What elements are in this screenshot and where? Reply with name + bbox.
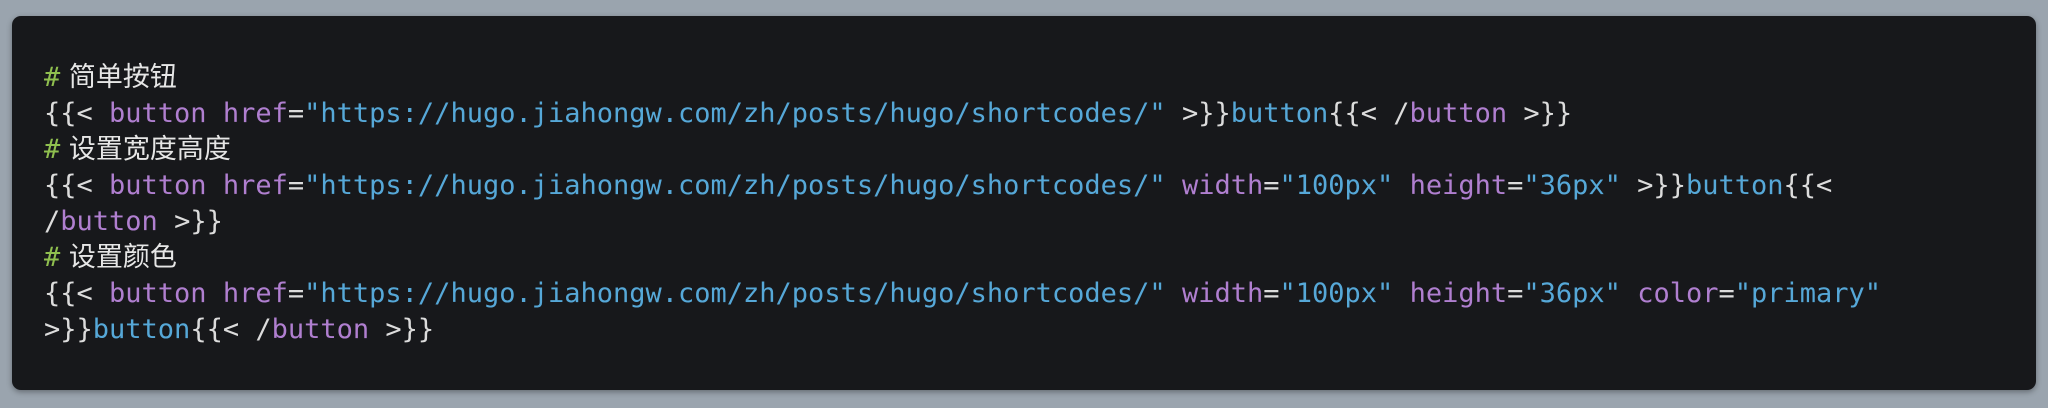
- width-value: "100px": [1279, 170, 1394, 201]
- attr-width: width: [1181, 170, 1264, 201]
- shortcode-name: button: [109, 98, 207, 129]
- closing-open-wrapped: {{<: [1783, 170, 1833, 201]
- code-block: # 简单按钮 {{< button href="https://hugo.jiah…: [12, 16, 2036, 390]
- attr-height: height: [1409, 170, 1508, 201]
- attr-href: href: [222, 278, 288, 309]
- code-line-4: {{< button href="https://hugo.jiahongw.c…: [44, 168, 2004, 204]
- comment-mark: #: [44, 134, 61, 165]
- equals: =: [1263, 170, 1280, 201]
- href-value: "https://hugo.jiahongw.com/zh/posts/hugo…: [304, 278, 1166, 309]
- comment-text: 设置颜色: [60, 242, 177, 273]
- inner-text: button: [1685, 170, 1784, 201]
- equals: =: [1507, 278, 1524, 309]
- code-line-8: >}}button{{< /button >}}: [44, 312, 2004, 348]
- shortcode-close: >}}: [369, 314, 435, 345]
- shortcode-open: {{<: [44, 170, 110, 201]
- comment-mark: #: [44, 242, 61, 273]
- href-value: "https://hugo.jiahongw.com/zh/posts/hugo…: [304, 98, 1166, 129]
- attr-width: width: [1181, 278, 1264, 309]
- code-line-6: # 设置颜色: [44, 240, 2004, 276]
- shortcode-name: button: [109, 278, 207, 309]
- code-line-3: # 设置宽度高度: [44, 132, 2004, 168]
- closing-name: button: [60, 206, 158, 237]
- closing-open: {{< /: [1328, 98, 1410, 129]
- shortcode-open: {{<: [44, 98, 110, 129]
- shortcode-close: >}}: [1620, 170, 1686, 201]
- equals: =: [1507, 170, 1524, 201]
- closing-name: button: [1409, 98, 1508, 129]
- attr-href: href: [222, 170, 288, 201]
- shortcode-close-wrapped: >}}: [44, 314, 93, 345]
- code-line-1: # 简单按钮: [44, 60, 2004, 96]
- shortcode-open: {{<: [44, 278, 110, 309]
- code-line-7: {{< button href="https://hugo.jiahongw.c…: [44, 276, 2004, 312]
- equals: =: [1263, 278, 1280, 309]
- inner-text: button: [92, 314, 191, 345]
- height-value: "36px": [1523, 170, 1621, 201]
- equals: =: [1718, 278, 1735, 309]
- comment-text: 设置宽度高度: [60, 134, 231, 165]
- comment-text: 简单按钮: [60, 62, 177, 93]
- code-line-5: /button >}}: [44, 204, 2004, 240]
- shortcode-close: >}}: [1507, 98, 1573, 129]
- shortcode-close: >}}: [157, 206, 223, 237]
- attr-height: height: [1409, 278, 1508, 309]
- shortcode-name: button: [109, 170, 207, 201]
- inner-text: button: [1230, 98, 1329, 129]
- href-value: "https://hugo.jiahongw.com/zh/posts/hugo…: [304, 170, 1166, 201]
- width-value: "100px": [1279, 278, 1394, 309]
- closing-slash: /: [44, 206, 61, 237]
- attr-color: color: [1637, 278, 1719, 309]
- comment-mark: #: [44, 62, 61, 93]
- equals: =: [287, 278, 305, 309]
- height-value: "36px": [1523, 278, 1621, 309]
- shortcode-close: >}}: [1165, 98, 1231, 129]
- code-content: # 简单按钮 {{< button href="https://hugo.jiah…: [44, 60, 2004, 348]
- closing-name: button: [271, 314, 370, 345]
- code-line-2: {{< button href="https://hugo.jiahongw.c…: [44, 96, 2004, 132]
- attr-href: href: [222, 98, 288, 129]
- equals: =: [287, 170, 305, 201]
- closing-open: {{< /: [190, 314, 272, 345]
- color-value: "primary": [1734, 278, 1882, 309]
- equals: =: [287, 98, 305, 129]
